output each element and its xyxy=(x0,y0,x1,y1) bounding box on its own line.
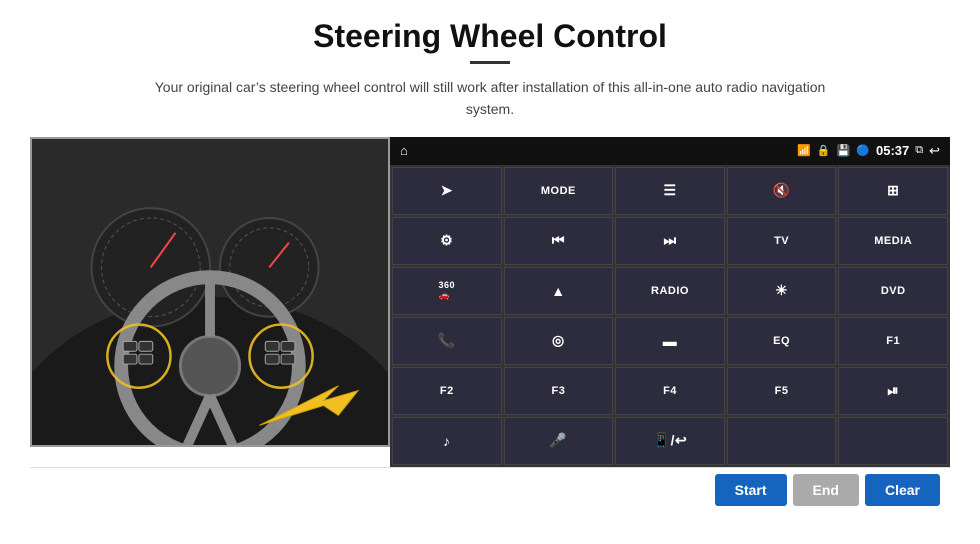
content-row: ⌂ 📶 🔒 💾 🔵 05:37 ⧉ ↩ ➤ MODE ☰ 🔇 xyxy=(30,137,950,467)
home-icon[interactable]: ⌂ xyxy=(400,143,408,158)
control-panel: ⌂ 📶 🔒 💾 🔵 05:37 ⧉ ↩ ➤ MODE ☰ 🔇 xyxy=(390,137,950,467)
btn-brightness[interactable]: ☀ xyxy=(727,267,837,315)
btn-tv[interactable]: TV xyxy=(727,217,837,265)
back-icon[interactable]: ↩ xyxy=(929,143,940,159)
time-display: 05:37 xyxy=(876,143,909,158)
btn-f2[interactable]: F2 xyxy=(392,367,502,415)
page-title: Steering Wheel Control xyxy=(313,18,667,55)
button-grid: ➤ MODE ☰ 🔇 ⊞ ⚙ ⏮ ⏭ TV MEDIA 360🚗 ▲ RADIO… xyxy=(390,165,950,467)
btn-map[interactable]: ◎ xyxy=(504,317,614,365)
status-right: 📶 🔒 💾 🔵 05:37 ⧉ ↩ xyxy=(797,143,940,159)
btn-next[interactable]: ⏭ xyxy=(615,217,725,265)
btn-empty-1 xyxy=(727,417,837,465)
status-left: ⌂ xyxy=(400,143,408,158)
btn-f1[interactable]: F1 xyxy=(838,317,948,365)
btn-navigate[interactable]: ➤ xyxy=(392,167,502,215)
end-button[interactable]: End xyxy=(793,474,859,506)
btn-playpause[interactable]: ⏯ xyxy=(838,367,948,415)
steering-wheel-svg xyxy=(32,139,388,445)
btn-call[interactable]: 📱/↩ xyxy=(615,417,725,465)
btn-radio[interactable]: RADIO xyxy=(615,267,725,315)
bluetooth-icon: 🔵 xyxy=(856,144,870,157)
wifi-icon: 📶 xyxy=(797,144,811,157)
start-button[interactable]: Start xyxy=(715,474,787,506)
status-bar: ⌂ 📶 🔒 💾 🔵 05:37 ⧉ ↩ xyxy=(390,137,950,165)
btn-phone[interactable]: 📞 xyxy=(392,317,502,365)
clear-button[interactable]: Clear xyxy=(865,474,940,506)
bottom-bar: Start End Clear xyxy=(30,467,950,513)
btn-media[interactable]: MEDIA xyxy=(838,217,948,265)
btn-apps[interactable]: ⊞ xyxy=(838,167,948,215)
btn-mode[interactable]: MODE xyxy=(504,167,614,215)
btn-360[interactable]: 360🚗 xyxy=(392,267,502,315)
btn-mic[interactable]: 🎤 xyxy=(504,417,614,465)
btn-f3[interactable]: F3 xyxy=(504,367,614,415)
btn-mute[interactable]: 🔇 xyxy=(727,167,837,215)
btn-eq[interactable]: EQ xyxy=(727,317,837,365)
btn-f4[interactable]: F4 xyxy=(615,367,725,415)
steering-wheel-image xyxy=(30,137,390,447)
sd-icon: 💾 xyxy=(837,144,851,157)
btn-f5[interactable]: F5 xyxy=(727,367,837,415)
btn-settings[interactable]: ⚙ xyxy=(392,217,502,265)
btn-music[interactable]: ♪ xyxy=(392,417,502,465)
btn-eject[interactable]: ▲ xyxy=(504,267,614,315)
btn-dvd[interactable]: DVD xyxy=(838,267,948,315)
mirror-icon: ⧉ xyxy=(915,144,923,157)
lock-icon: 🔒 xyxy=(817,144,831,157)
btn-dash[interactable]: ▬ xyxy=(615,317,725,365)
btn-empty-2 xyxy=(838,417,948,465)
page-container: Steering Wheel Control Your original car… xyxy=(0,0,980,544)
title-divider xyxy=(470,61,510,64)
btn-prev[interactable]: ⏮ xyxy=(504,217,614,265)
btn-list[interactable]: ☰ xyxy=(615,167,725,215)
page-subtitle: Your original car’s steering wheel contr… xyxy=(140,76,840,121)
